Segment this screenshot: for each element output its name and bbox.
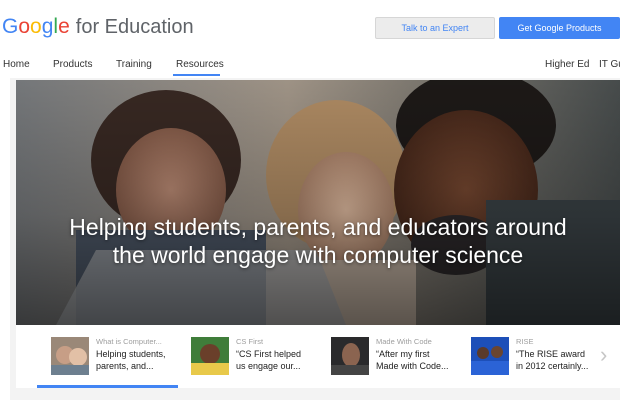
card-title: “CS First helped us engage our... xyxy=(236,349,302,371)
carousel-card[interactable]: What is Computer... Helping students, par… xyxy=(51,337,186,377)
stories-carousel: What is Computer... Helping students, par… xyxy=(16,325,620,388)
carousel-card[interactable]: CS First “CS First helped us engage our..… xyxy=(191,337,326,377)
hero-banner: Helping students, parents, and educators… xyxy=(16,80,620,325)
nav-item-home[interactable]: Home xyxy=(3,59,30,70)
hero-photo xyxy=(16,80,620,325)
card-thumbnail xyxy=(331,337,369,375)
card-category: What is Computer... xyxy=(96,337,162,346)
logo-suffix: for Education xyxy=(75,16,194,38)
card-thumbnail xyxy=(51,337,89,375)
nav-item-higher-ed[interactable]: Higher Ed xyxy=(545,59,589,70)
hero-title-line-1: Helping students, parents, and educators… xyxy=(69,214,567,240)
hero-title: Helping students, parents, and educators… xyxy=(16,213,620,269)
get-google-products-button[interactable]: Get Google Products xyxy=(499,17,620,39)
card-title: “The RISE award in 2012 certainly... xyxy=(516,349,589,371)
card-thumbnail xyxy=(471,337,509,375)
google-for-education-logo[interactable]: Google for Education xyxy=(2,15,194,39)
card-title: “After my first Made with Code... xyxy=(376,349,449,371)
card-category: CS First xyxy=(236,337,264,346)
carousel-active-indicator xyxy=(37,385,178,388)
carousel-card[interactable]: RISE “The RISE award in 2012 certainly... xyxy=(471,337,606,377)
main-nav: Home Products Training Resources Higher … xyxy=(0,52,620,78)
card-category: Made With Code xyxy=(376,337,432,346)
nav-item-resources[interactable]: Resources xyxy=(176,59,224,70)
card-category: RISE xyxy=(516,337,534,346)
nav-item-it-guide[interactable]: IT Gu xyxy=(599,59,620,70)
carousel-card[interactable]: Made With Code “After my first Made with … xyxy=(331,337,466,377)
chevron-right-icon[interactable]: › xyxy=(600,344,607,366)
nav-item-training[interactable]: Training xyxy=(116,59,152,70)
card-title: Helping students, parents, and... xyxy=(96,349,166,371)
page-bottom xyxy=(0,400,620,413)
hero-title-line-2: the world engage with computer science xyxy=(112,242,524,268)
nav-active-indicator xyxy=(173,74,220,76)
top-bar: Google for Education Talk to an Expert Ge… xyxy=(0,0,620,52)
nav-item-products[interactable]: Products xyxy=(53,59,92,70)
card-thumbnail xyxy=(191,337,229,375)
talk-to-expert-button[interactable]: Talk to an Expert xyxy=(375,17,495,39)
